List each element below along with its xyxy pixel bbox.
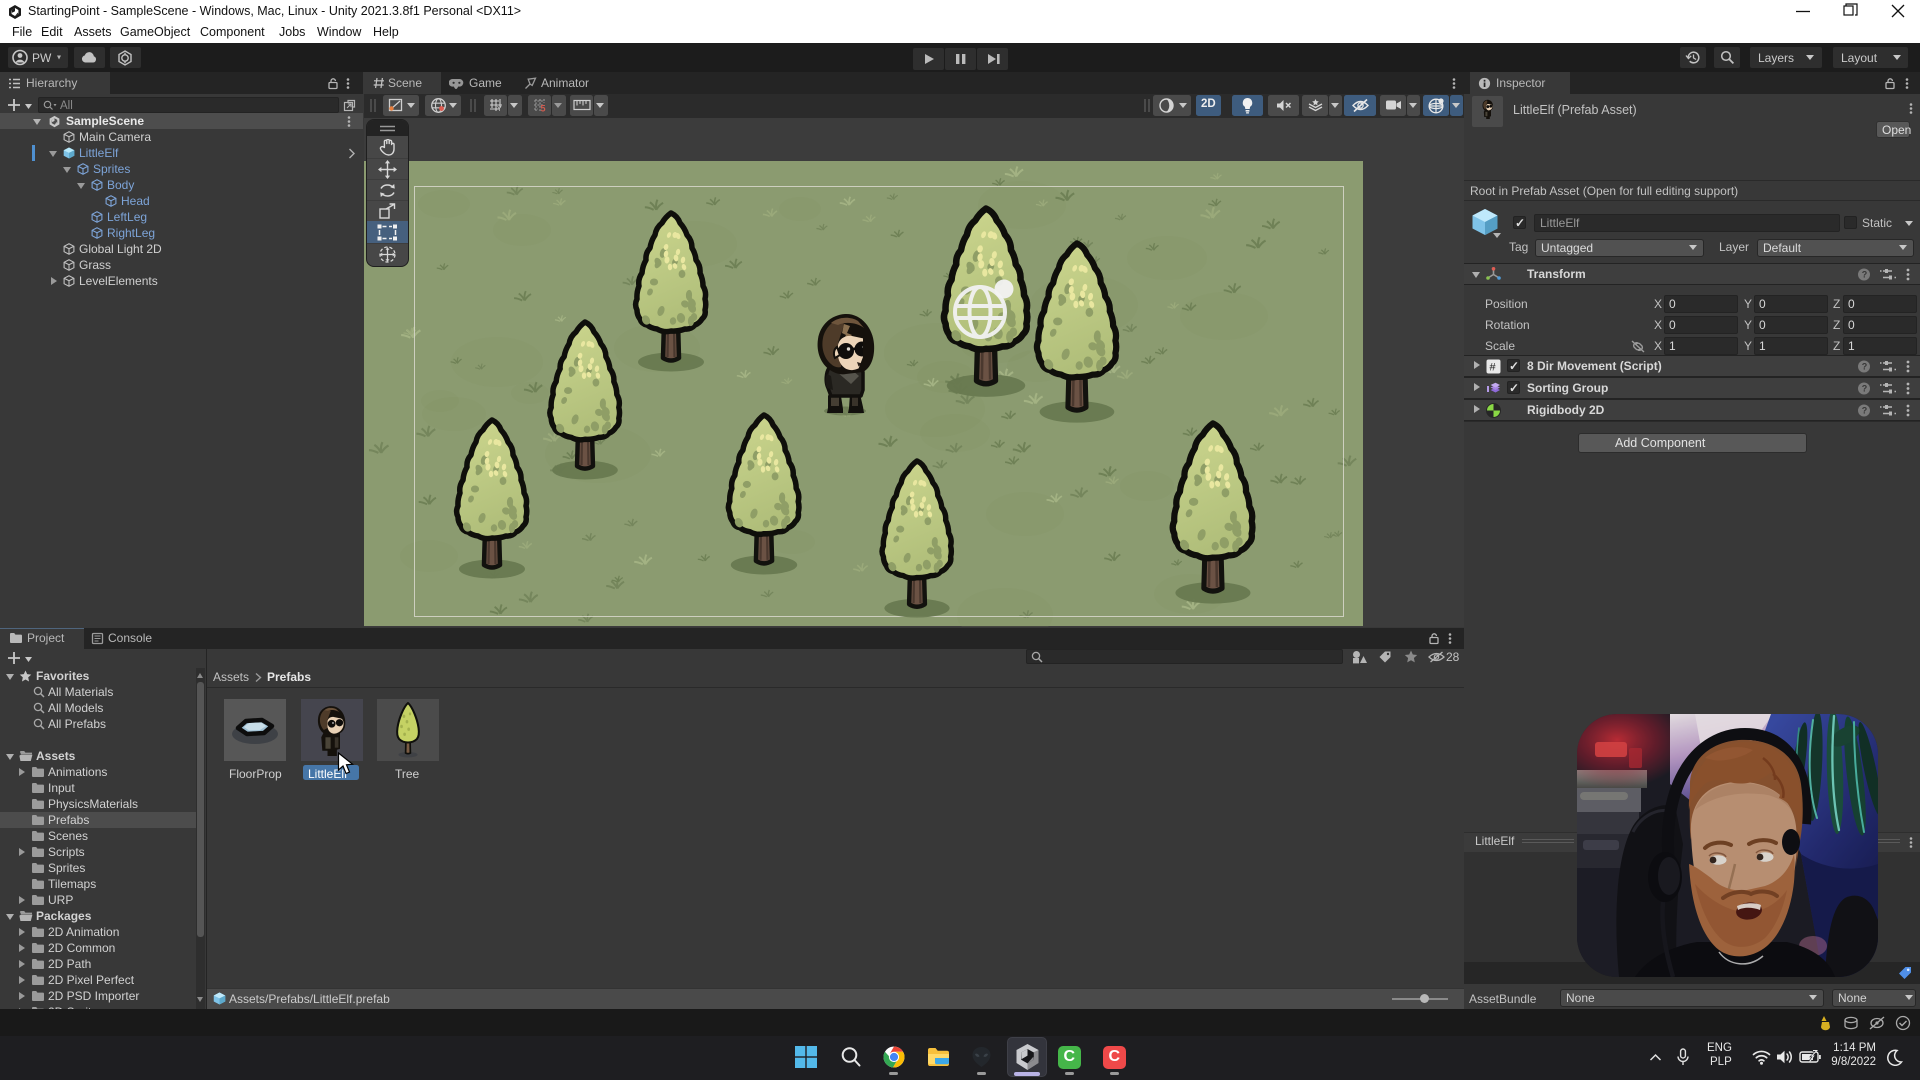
svg-text:#: # [1489, 363, 1496, 375]
svg-text:?: ? [1862, 362, 1868, 372]
svg-text:?: ? [1862, 406, 1868, 416]
svg-text:5: 5 [541, 104, 546, 114]
svg-text:?: ? [1862, 270, 1868, 280]
svg-text:PW: PW [32, 51, 52, 65]
svg-text:Y: Y [497, 106, 502, 113]
svg-text:?: ? [1862, 384, 1868, 394]
